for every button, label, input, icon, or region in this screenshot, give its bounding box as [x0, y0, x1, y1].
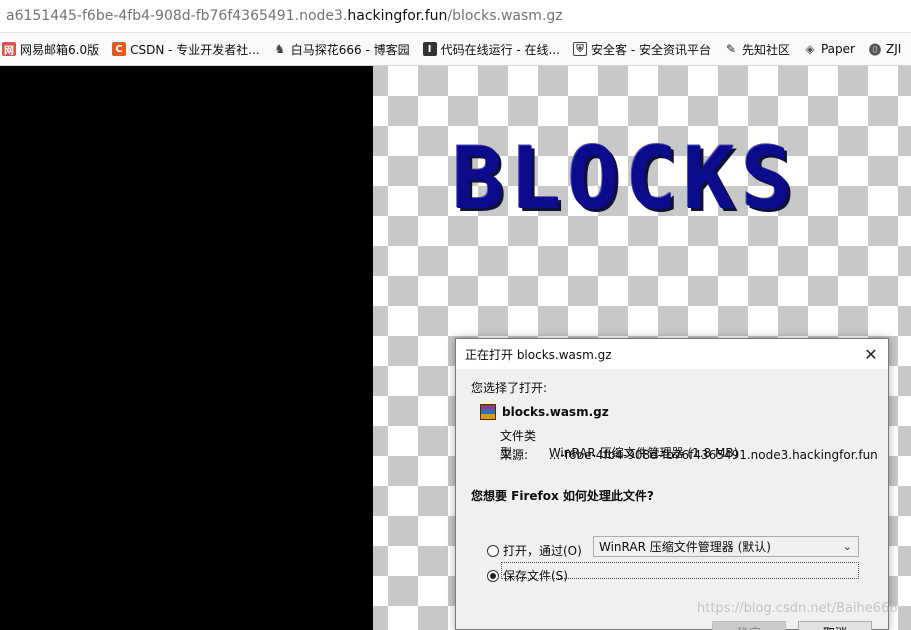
dialog-titlebar: 正在打开 blocks.wasm.gz ✕	[456, 339, 888, 369]
anquanke-icon: ⛨	[573, 42, 587, 56]
open-prompt: 您选择了打开:	[471, 381, 548, 395]
bookmark-paper[interactable]: ◈ Paper	[803, 42, 855, 56]
blog-watermark: https://blog.csdn.net/Baihe666	[697, 601, 898, 616]
dialog-title: 正在打开 blocks.wasm.gz	[465, 347, 612, 362]
bookmark-netease-mail[interactable]: 网 网易邮箱6.0版	[2, 41, 99, 58]
cancel-button[interactable]: 取消	[798, 621, 872, 630]
black-canvas-area	[0, 66, 373, 630]
url-host: hackingfor.fun	[347, 8, 448, 24]
blocks-logo: BLOCKS	[452, 129, 799, 229]
file-source-label: 来源:	[500, 448, 529, 462]
save-file-label: 保存文件(S)	[503, 569, 568, 583]
bookmark-xianzhi[interactable]: ✎ 先知社区	[724, 41, 790, 58]
xianzhi-icon: ✎	[725, 42, 736, 56]
bookmark-label: 安全客 - 安全资讯平台	[591, 42, 711, 57]
url-path: /blocks.wasm.gz	[447, 8, 563, 24]
open-with-app-select[interactable]: WinRAR 压缩文件管理器 (默认) ⌄	[593, 536, 859, 557]
bookmark-zji[interactable]: ⓿ ZJI	[868, 42, 902, 57]
open-with-radio[interactable]	[487, 544, 499, 557]
open-with-option[interactable]: 打开，通过(O)	[487, 542, 582, 559]
bookmark-label: Paper	[820, 42, 855, 56]
zji-icon: ⓿	[868, 42, 881, 57]
open-with-app-value: WinRAR 压缩文件管理器 (默认)	[599, 540, 771, 554]
bookmark-label: 先知社区	[741, 42, 790, 57]
url-bar[interactable]: a6151445-f6be-4fb4-908d-fb76f4365491.nod…	[0, 0, 911, 33]
save-file-option[interactable]: 保存文件(S)	[487, 567, 568, 584]
file-info: blocks.wasm.gz	[480, 404, 609, 420]
action-question: 您想要 Firefox 如何处理此文件?	[471, 489, 654, 503]
paper-icon: ◈	[805, 42, 815, 56]
bookmark-anquanke[interactable]: ⛨ 安全客 - 安全资讯平台	[573, 41, 711, 58]
url-prefix: a6151445-f6be-4fb4-908d-fb76f4365491.nod…	[6, 8, 348, 24]
bookmark-label: CSDN - 专业开发者社...	[130, 42, 260, 57]
download-dialog: 正在打开 blocks.wasm.gz ✕ 您选择了打开: blocks.was…	[455, 338, 889, 630]
open-with-label: 打开，通过(O)	[503, 544, 582, 558]
chevron-down-icon: ⌄	[842, 540, 852, 553]
save-file-radio[interactable]	[487, 569, 499, 582]
bookmark-label: 代码在线运行 - 在线...	[440, 42, 560, 57]
ok-button[interactable]: 确定	[712, 621, 786, 630]
close-icon[interactable]: ✕	[854, 339, 888, 369]
code-runner-icon: I	[422, 42, 437, 56]
file-name: blocks.wasm.gz	[502, 405, 609, 419]
bookmark-label: ZJI	[885, 42, 902, 56]
file-source-row: 来源: ...-f6be-4fb4-908d-fb76f4365491.node…	[500, 446, 878, 463]
file-source-value: ...-f6be-4fb4-908d-fb76f4365491.node3.ha…	[548, 448, 878, 462]
bookmark-csdn[interactable]: C CSDN - 专业开发者社...	[112, 41, 260, 58]
bookmark-label: 网易邮箱6.0版	[20, 42, 100, 57]
bookmark-label: 白马探花666 - 博客园	[290, 42, 410, 57]
bookmark-cnblogs[interactable]: ♞ 白马探花666 - 博客园	[273, 41, 410, 58]
winrar-file-icon	[480, 404, 496, 420]
netease-mail-icon: 网	[2, 42, 16, 57]
csdn-icon: C	[112, 42, 127, 56]
bookmarks-toolbar: 网 网易邮箱6.0版 C CSDN - 专业开发者社... ♞ 白马探花666 …	[0, 33, 911, 66]
bookmark-code-runner[interactable]: I 代码在线运行 - 在线...	[422, 41, 560, 58]
cnblogs-icon: ♞	[274, 42, 286, 56]
